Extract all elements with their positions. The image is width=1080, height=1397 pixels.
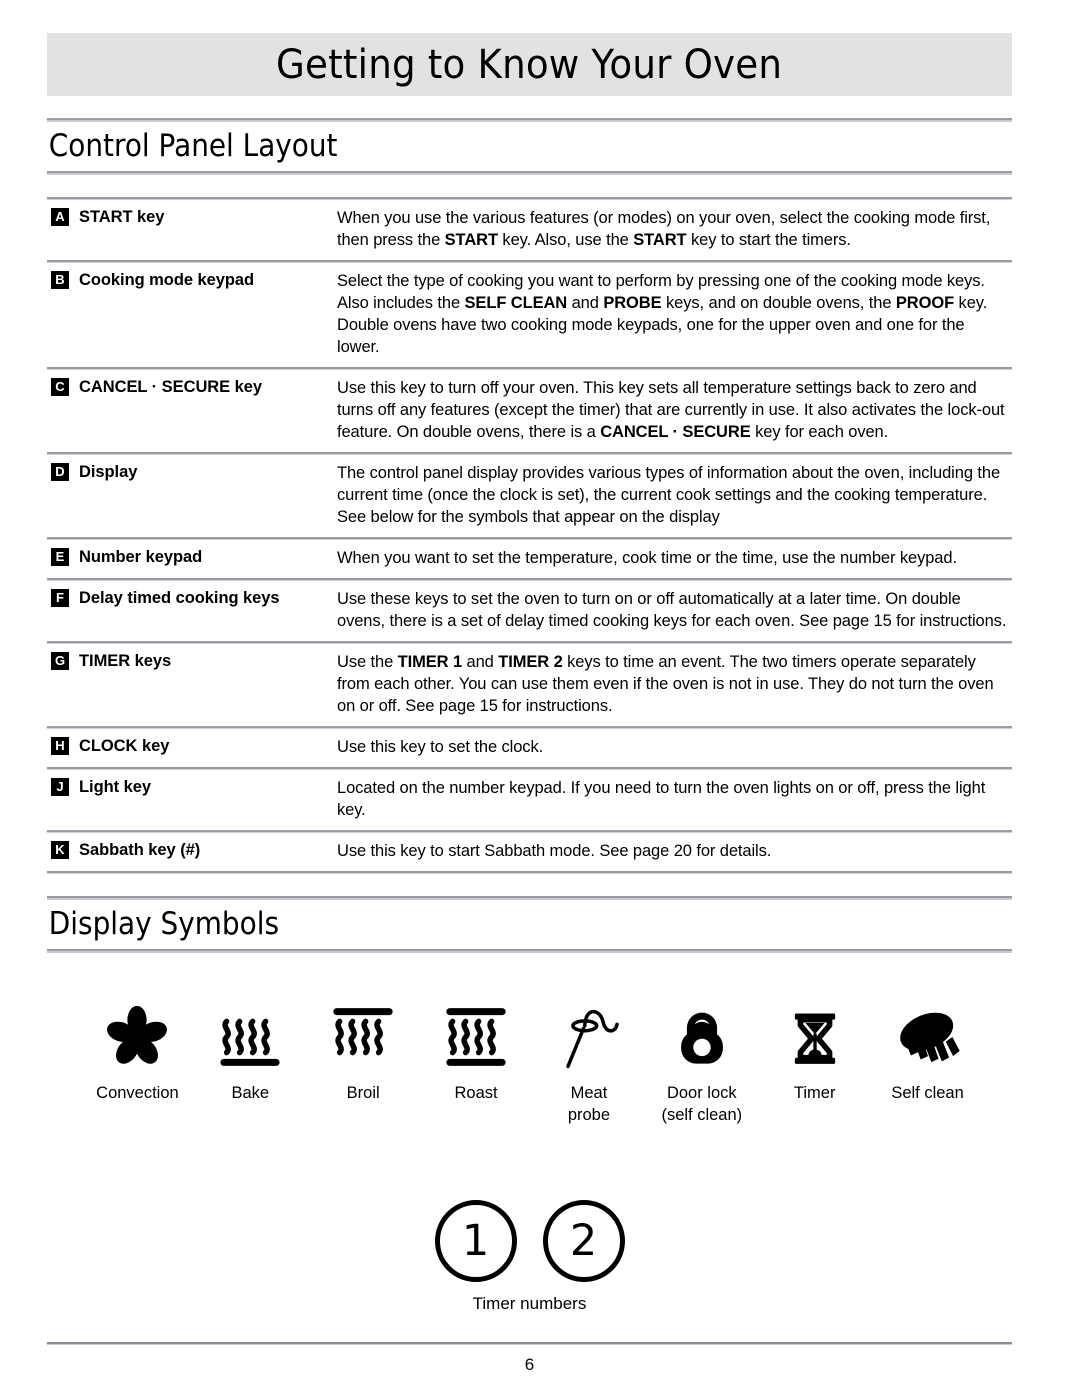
row-description: Use this key to set the clock. [337,738,544,757]
display-symbol: Meat probe [533,991,646,1126]
display-symbol: Roast [420,991,533,1104]
table-row: B Cooking mode keypad Select the type of c… [47,263,1012,367]
display-symbol-label: Door lock (self clean) [661,1084,743,1124]
row-term: Display [79,463,138,482]
chapter-banner: Getting to Know Your Oven [47,33,1012,96]
section-heading-control-panel: Control Panel Layout [48,128,338,164]
row-term: Cooking mode keypad [79,271,255,290]
row-badge-cell: E [47,540,79,578]
timer-number-circle: 2 [542,1200,625,1283]
letter-badge: A [51,208,69,226]
row-description: When you use the various features (or mo… [337,209,991,250]
row-separator [47,871,1012,875]
row-term: START key [79,208,165,226]
hourglass-timer-icon [758,991,871,1083]
row-term: CLOCK key [79,737,170,756]
display-symbol: Broil [307,991,420,1104]
row-badge-cell: B [47,263,79,367]
bake-element-icon [194,991,307,1083]
letter-badge: G [51,652,69,671]
table-row: F Delay timed cooking keys Use these keys … [47,581,1012,641]
control-panel-section: Control Panel Layout A START key When you … [47,118,1012,875]
letter-badge: C [51,378,69,397]
door-lock-icon [645,991,758,1083]
display-symbol-label: Timer [793,1084,836,1103]
row-term: TIMER keys [79,652,172,671]
display-symbol: Bake [194,991,307,1104]
display-symbols-section: Display Symbols Convection Bake Broil Roast… [47,896,1012,1314]
display-symbol: Door lock (self clean) [645,991,758,1126]
row-badge-cell: J [47,770,79,830]
document-page: Getting to Know Your Oven Control Panel … [47,0,1012,1397]
timer-numbers-block: 12 Timer numbers [47,1200,1012,1314]
page-footer: 6 [47,1342,1012,1375]
display-symbol: Timer [758,991,871,1104]
display-symbol: Self clean [871,991,984,1104]
broil-element-icon [307,991,420,1083]
row-badge-cell: F [47,581,79,641]
display-symbol-label: Roast [454,1084,498,1103]
table-row: D Display The control panel display provid… [47,455,1012,537]
row-description: Use these keys to set the oven to turn o… [337,590,1007,631]
symbols-rule-bottom [47,949,1012,954]
row-term: Sabbath key (#) [79,841,201,860]
row-description: Located on the number keypad. If you nee… [337,779,986,820]
row-badge-cell: H [47,729,79,767]
row-description: Use this key to turn off your oven. This… [337,379,1005,442]
row-description: Select the type of cooking you want to p… [337,272,988,357]
row-term: Light key [79,778,151,797]
row-term: Number keypad [79,548,203,567]
letter-badge: B [51,271,69,290]
letter-badge: J [51,778,69,797]
row-badge-cell: A [47,200,79,260]
letter-badge: K [51,841,69,860]
timer-number-circles: 12 [47,1200,1012,1283]
table-row: J Light key Located on the number keypad. … [47,770,1012,830]
row-term: CANCEL · SECURE key [79,378,263,397]
row-term: Delay timed cooking keys [79,589,280,608]
meat-probe-icon [533,991,646,1083]
table-row: A START key When you use the various featu… [47,200,1012,260]
row-badge-cell: C [47,370,79,452]
row-badge-cell: K [47,833,79,871]
table-row: H CLOCK key Use this key to set the clock. [47,729,1012,767]
letter-badge: E [51,548,69,567]
row-badge-cell: G [47,644,79,726]
table-row: K Sabbath key (#) Use this key to start Sa… [47,833,1012,871]
display-symbols-row: Convection Bake Broil Roast Meat probe Door l… [47,991,1012,1126]
display-symbol-label: Bake [231,1084,270,1103]
table-row: C CANCEL · SECURE key Use this key to turn… [47,370,1012,452]
timer-number-circle: 1 [434,1200,517,1283]
self-clean-brush-icon [871,991,984,1083]
letter-badge: F [51,589,69,608]
page-number: 6 [524,1355,535,1374]
convection-fan-icon [81,991,194,1083]
row-description: The control panel display provides vario… [337,464,1001,527]
letter-badge: D [51,463,69,482]
control-panel-table: A START key When you use the various featu… [47,200,1012,875]
display-symbol-label: Broil [346,1084,380,1103]
display-symbol-label: Convection [96,1084,179,1103]
row-description: When you want to set the temperature, co… [337,549,957,568]
display-symbol-label: Meat probe [567,1084,611,1124]
display-symbol-label: Self clean [891,1084,964,1103]
timer-numbers-label: Timer numbers [472,1294,587,1314]
display-symbol: Convection [81,991,194,1104]
row-badge-cell: D [47,455,79,537]
table-row: G TIMER keys Use the TIMER 1 and TIMER 2 k… [47,644,1012,726]
row-separator-rule [47,871,1012,875]
letter-badge: H [51,737,69,756]
row-description: Use the TIMER 1 and TIMER 2 keys to time… [337,653,994,716]
row-description: Use this key to start Sabbath mode. See … [337,842,772,861]
table-row: E Number keypad When you want to set the t… [47,540,1012,578]
section-heading-display-symbols: Display Symbols [48,906,279,943]
roast-element-icon [420,991,533,1083]
chapter-title: Getting to Know Your Oven [276,41,783,88]
